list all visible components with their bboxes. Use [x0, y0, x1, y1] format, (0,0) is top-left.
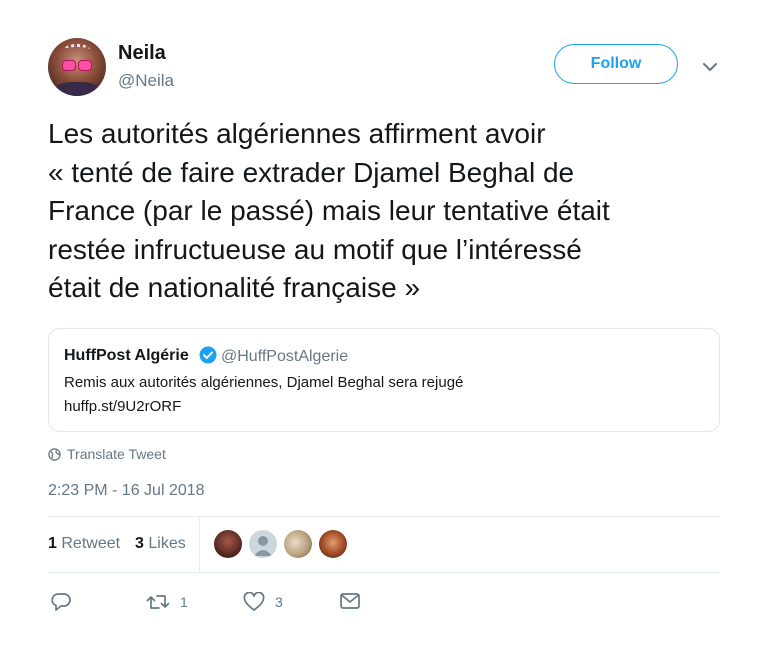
liker-avatar[interactable]: [284, 530, 312, 558]
retweet-label: Retweet: [61, 535, 121, 552]
divider: [48, 572, 720, 573]
reply-icon: [51, 593, 71, 611]
liker-avatar[interactable]: [214, 530, 242, 558]
glasses-decoration: [62, 60, 92, 71]
quoted-tweet[interactable]: HuffPost Algérie @HuffPostAlgerie Remis …: [48, 328, 720, 432]
retweet-action[interactable]: 1: [146, 592, 188, 612]
retweet-icon: [146, 595, 170, 609]
quoted-link[interactable]: huffp.st/9U2rORF: [64, 398, 181, 415]
stats-divider: [199, 517, 200, 572]
tweet-text-line: France (par le passé) mais leur tentativ…: [48, 195, 610, 226]
quoted-author-name: HuffPost Algérie: [64, 347, 189, 364]
author-avatar[interactable]: [48, 38, 106, 96]
chevron-down-icon[interactable]: [702, 60, 718, 74]
liker-avatars: [214, 530, 354, 558]
verified-badge-icon: [199, 346, 217, 364]
likes-label: Likes: [148, 535, 186, 552]
liker-avatar-default[interactable]: [249, 530, 277, 558]
tiara-decoration: [64, 44, 90, 55]
likes-count: 3: [135, 535, 144, 552]
quoted-author-handle: @HuffPostAlgerie: [221, 348, 349, 365]
translate-tweet-link[interactable]: Translate Tweet: [48, 446, 166, 462]
like-action-count: 3: [275, 594, 283, 610]
follow-button[interactable]: Follow: [554, 44, 678, 84]
retweet-action-count: 1: [180, 594, 188, 610]
author-handle[interactable]: @Neila: [118, 71, 174, 91]
direct-message-action[interactable]: [339, 592, 361, 610]
heart-icon: [243, 592, 265, 611]
liker-avatar[interactable]: [319, 530, 347, 558]
default-user-icon: [254, 536, 272, 556]
retweet-count: 1: [48, 535, 57, 552]
divider: [48, 516, 720, 517]
quoted-text: Remis aux autorités algériennes, Djamel …: [64, 374, 464, 391]
tweet-text-line: « tenté de faire extrader Djamel Beghal …: [48, 156, 575, 188]
retweet-stat[interactable]: 1 Retweet: [48, 535, 120, 553]
likes-stat[interactable]: 3 Likes: [135, 535, 186, 553]
tweet-text: Les autorités algériennes affirment avoi…: [48, 115, 738, 308]
like-action[interactable]: 3: [243, 592, 283, 612]
tweet-text-line: Les autorités algériennes affirment avoi…: [48, 118, 546, 149]
envelope-icon: [340, 593, 360, 609]
translate-label: Translate Tweet: [67, 446, 166, 462]
globe-icon: [48, 447, 61, 461]
tweet-card: Neila @Neila Follow Les autorités algéri…: [0, 0, 768, 646]
author-name[interactable]: Neila: [118, 42, 166, 65]
tweet-timestamp[interactable]: 2:23 PM - 16 Jul 2018: [48, 482, 205, 500]
tweet-text-line: restée infructueuse au motif que l’intér…: [48, 233, 582, 265]
reply-action[interactable]: [50, 592, 72, 612]
tweet-text-line: était de nationalité française »: [48, 272, 421, 303]
shirt-decoration: [54, 82, 100, 96]
